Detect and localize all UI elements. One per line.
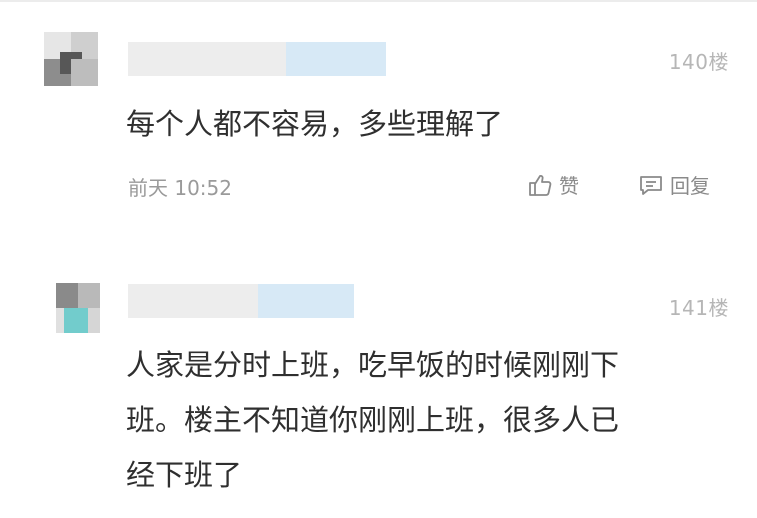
avatar-pixel — [88, 308, 100, 333]
avatar-pixel — [71, 59, 98, 86]
like-label: 赞 — [559, 174, 579, 198]
like-button[interactable]: 赞 — [527, 170, 579, 199]
comment-text-line: 班。楼主不知道你刚刚上班，很多人已 — [126, 403, 620, 437]
comment-text: 每个人都不容易，多些理解了 — [126, 107, 504, 141]
username-blur-segment — [128, 42, 286, 76]
avatar-pixel — [64, 308, 88, 333]
username-blurred[interactable] — [128, 284, 354, 318]
floor-number: 140楼 — [668, 50, 729, 74]
avatar-pixel — [56, 283, 78, 308]
username-blur-segment — [286, 42, 386, 76]
comment-text: 人家是分时上班，吃早饭的时候刚刚下 班。楼主不知道你刚刚上班，很多人已 经下班了 — [126, 338, 726, 503]
avatar[interactable] — [56, 283, 100, 333]
comment-text-line: 人家是分时上班，吃早饭的时候刚刚下 — [126, 348, 620, 382]
avatar[interactable] — [44, 32, 98, 86]
comment-time: 前天 10:52 — [128, 176, 232, 200]
avatar-pixel — [78, 283, 100, 308]
floor-number: 141楼 — [668, 296, 729, 320]
comment-bubble-icon — [638, 172, 664, 198]
comment-text-line: 经下班了 — [126, 458, 243, 492]
username-blur-segment — [258, 284, 354, 318]
comment-item: 140楼 每个人都不容易，多些理解了 前天 10:52 赞 回复 — [0, 0, 757, 250]
reply-label: 回复 — [670, 174, 710, 198]
comment-item: 141楼 人家是分时上班，吃早饭的时候刚刚下 班。楼主不知道你刚刚上班，很多人已… — [0, 250, 757, 518]
username-blur-segment — [128, 284, 258, 318]
reply-button[interactable]: 回复 — [638, 170, 710, 199]
thumbs-up-icon — [527, 172, 553, 198]
username-blurred[interactable] — [128, 42, 386, 76]
